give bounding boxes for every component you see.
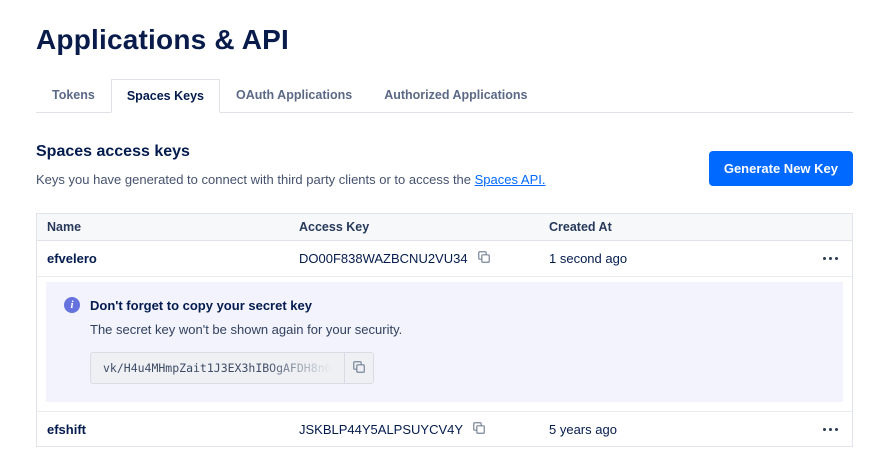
- info-icon: i: [64, 297, 80, 313]
- secret-key-callout: i Don't forget to copy your secret key T…: [46, 282, 843, 402]
- column-header-access-key: Access Key: [289, 214, 539, 240]
- secret-key-callout-row: i Don't forget to copy your secret key T…: [37, 276, 852, 411]
- row-actions: [796, 422, 852, 437]
- table-row: efvelero DO00F838WAZBCNU2VU34 1 second a…: [37, 241, 852, 276]
- copy-access-key-button[interactable]: [477, 250, 491, 267]
- tabs-bar: Tokens Spaces Keys OAuth Applications Au…: [36, 78, 853, 113]
- secret-key-box: vk/H4u4MHmpZait1J3EX3hIBOgAFDH8n6gTv3H: [90, 352, 374, 384]
- tab-authorized-applications[interactable]: Authorized Applications: [368, 78, 543, 112]
- key-name: efshift: [37, 422, 289, 437]
- table-row: efshift JSKBLP44Y5ALPSUYCV4Y 5 years ago: [37, 411, 852, 446]
- spaces-keys-table: Name Access Key Created At efvelero DO00…: [36, 213, 853, 447]
- applications-api-page: Applications & API Tokens Spaces Keys OA…: [0, 0, 889, 447]
- copy-icon: [477, 250, 491, 267]
- section-description-text: Keys you have generated to connect with …: [36, 172, 475, 187]
- table-header-row: Name Access Key Created At: [37, 214, 852, 241]
- copy-access-key-button[interactable]: [472, 421, 486, 438]
- page-title: Applications & API: [36, 24, 853, 56]
- row-actions: [796, 251, 852, 266]
- tab-spaces-keys[interactable]: Spaces Keys: [111, 79, 220, 113]
- callout-body: The secret key won't be shown again for …: [90, 322, 825, 337]
- callout-header: i Don't forget to copy your secret key: [64, 297, 825, 313]
- created-at-value: 1 second ago: [539, 251, 796, 266]
- access-key-value: JSKBLP44Y5ALPSUYCV4Y: [299, 422, 463, 437]
- generate-new-key-button[interactable]: Generate New Key: [709, 151, 853, 186]
- key-name: efvelero: [37, 251, 289, 266]
- copy-secret-key-button[interactable]: [344, 353, 373, 383]
- column-header-actions: [796, 221, 852, 233]
- secret-key-row: vk/H4u4MHmpZait1J3EX3hIBOgAFDH8n6gTv3H: [90, 352, 825, 384]
- row-actions-menu[interactable]: [819, 251, 842, 266]
- callout-title: Don't forget to copy your secret key: [90, 298, 312, 313]
- copy-icon: [472, 421, 486, 438]
- column-header-created-at: Created At: [539, 214, 796, 240]
- section-heading: Spaces access keys: [36, 143, 545, 161]
- section-header: Spaces access keys Keys you have generat…: [36, 143, 853, 187]
- spaces-api-link[interactable]: Spaces API.: [475, 172, 546, 187]
- tab-tokens[interactable]: Tokens: [36, 78, 111, 112]
- section-header-text: Spaces access keys Keys you have generat…: [36, 143, 545, 187]
- section-description: Keys you have generated to connect with …: [36, 172, 545, 187]
- tab-oauth-applications[interactable]: OAuth Applications: [220, 78, 368, 112]
- row-actions-menu[interactable]: [819, 422, 842, 437]
- secret-key-value: vk/H4u4MHmpZait1J3EX3hIBOgAFDH8n6gTv3H: [91, 353, 344, 383]
- created-at-value: 5 years ago: [539, 422, 796, 437]
- access-key-cell: DO00F838WAZBCNU2VU34: [289, 250, 539, 267]
- copy-icon: [352, 360, 366, 377]
- column-header-name: Name: [37, 214, 289, 240]
- access-key-cell: JSKBLP44Y5ALPSUYCV4Y: [289, 421, 539, 438]
- access-key-value: DO00F838WAZBCNU2VU34: [299, 251, 468, 266]
